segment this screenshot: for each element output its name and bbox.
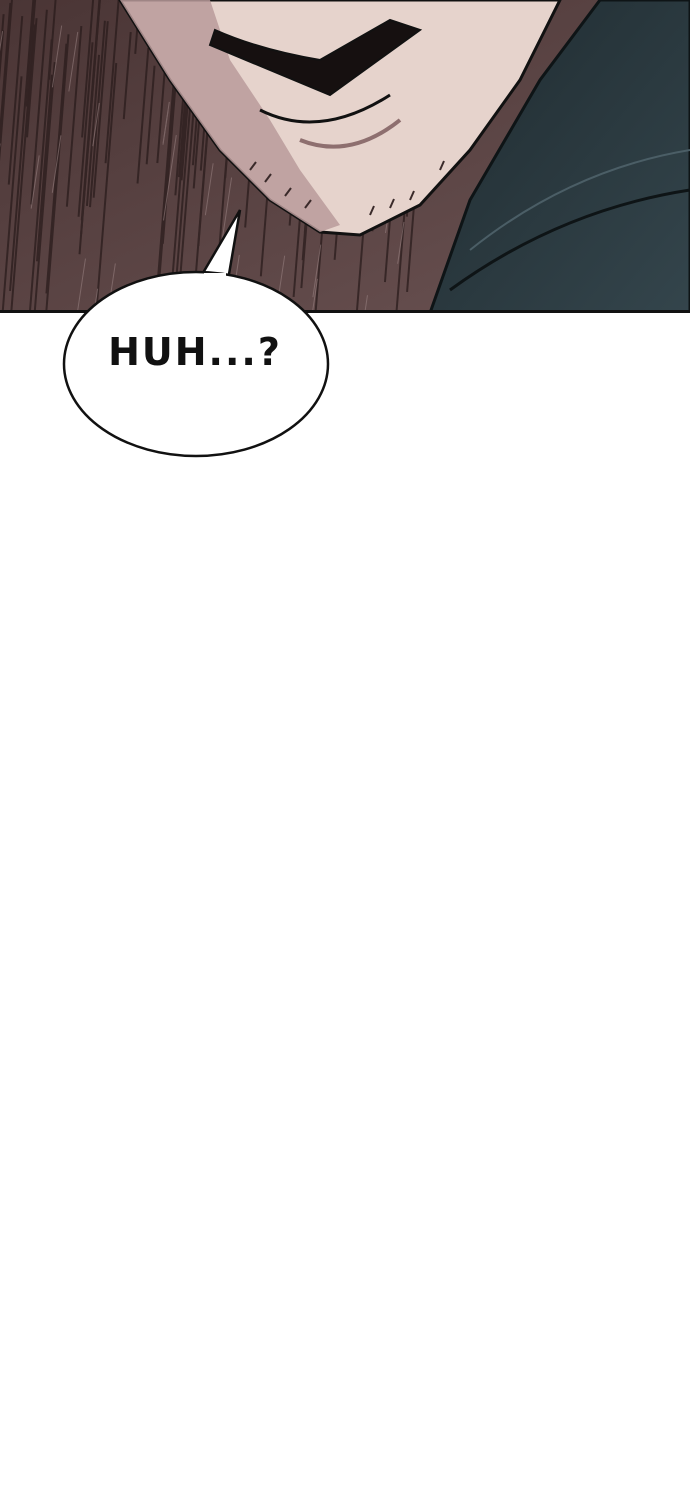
speech-bubble-tail [197, 209, 242, 282]
dialogue-text: HUH...? [108, 330, 282, 374]
blank-page-area [0, 465, 690, 1500]
speech-bubble: HUH...? [0, 200, 340, 465]
